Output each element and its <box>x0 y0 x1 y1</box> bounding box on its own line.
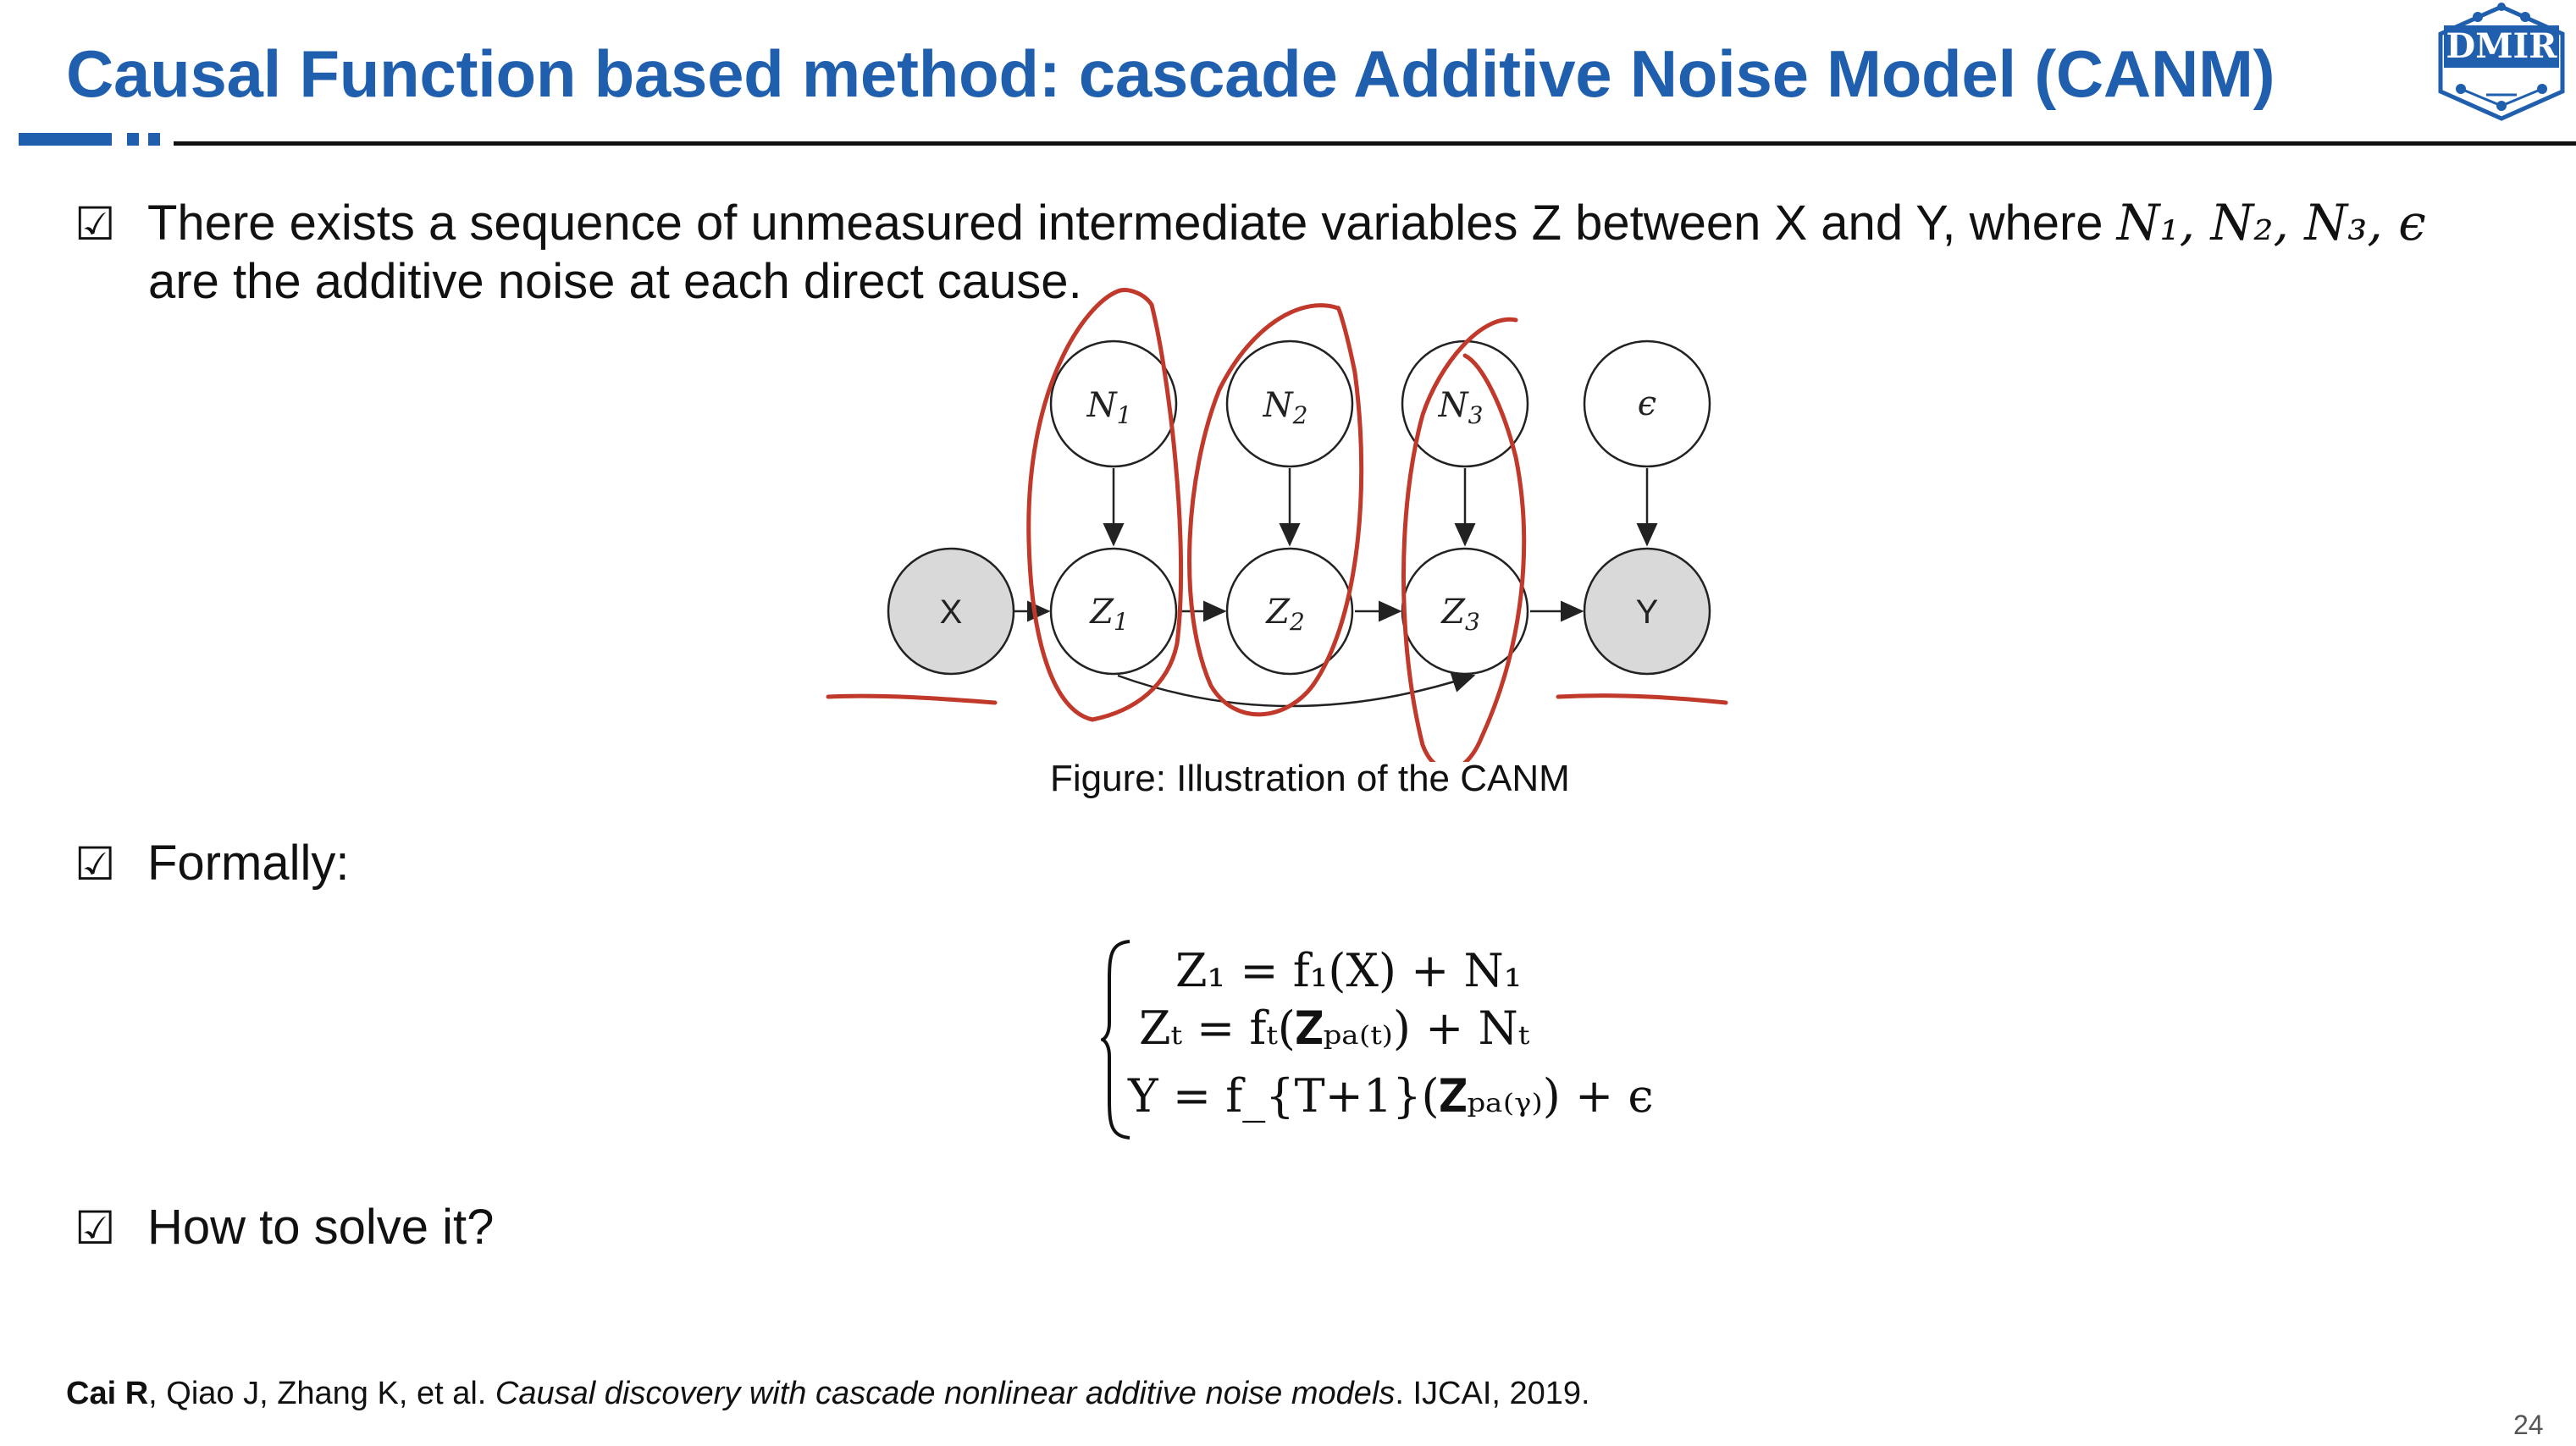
label-z2: Z <box>1264 593 1291 632</box>
equation-zt: Zₜ = fₜ(𝐙ₚₐ₍ₜ₎) + Nₜ <box>1139 1002 1530 1055</box>
label-n3-sub: 3 <box>1468 401 1484 429</box>
equation-z1: Z₁ = f₁(X) + N₁ <box>1175 944 1523 997</box>
checkbox-icon: ☑ <box>75 199 116 250</box>
reference-lead-author: Cai R <box>66 1376 149 1411</box>
label-n3: N <box>1438 386 1470 425</box>
title-rule-square <box>127 133 139 146</box>
label-z1-sub: 1 <box>1114 608 1129 636</box>
title-rule-accent <box>19 133 112 146</box>
noise-variables: N₁, N₂, N₃, ϵ <box>2116 194 2426 251</box>
label-z1: Z <box>1088 593 1114 632</box>
bullet-3-text: How to solve it? <box>147 1200 495 1255</box>
page-number: 24 <box>2513 1410 2544 1440</box>
title-rule-square <box>148 133 160 146</box>
slide-title: Causal Function based method: cascade Ad… <box>66 36 2275 111</box>
label-n1-sub: 1 <box>1117 401 1132 429</box>
reference: Cai R, Qiao J, Zhang K, et al. Causal di… <box>66 1376 1590 1412</box>
bullet-3: ☑ How to solve it? <box>75 1198 494 1258</box>
label-z3-sub: 3 <box>1465 608 1480 636</box>
dmir-logo: DMIR <box>2438 3 2565 121</box>
bullet-2: ☑ Formally: <box>75 834 349 894</box>
reference-venue: . IJCAI, 2019. <box>1395 1376 1590 1411</box>
canm-figure: N1 N2 N3 ϵ Z1 Z2 Z3 X Y <box>826 288 1728 762</box>
bullet-1-text: There exists a sequence of unmeasured in… <box>147 196 2117 251</box>
reference-title: Causal discovery with cascade nonlinear … <box>495 1376 1396 1411</box>
title-rule-line <box>174 141 2576 146</box>
label-y: Y <box>1636 593 1659 631</box>
reference-authors: , Qiao J, Zhang K, et al. <box>148 1376 495 1411</box>
label-x: X <box>940 593 963 631</box>
label-epsilon: ϵ <box>1638 384 1656 423</box>
logo-text: DMIR <box>2446 26 2558 66</box>
label-z2-sub: 2 <box>1289 608 1305 636</box>
label-n1: N <box>1086 386 1119 425</box>
bullet-2-text: Formally: <box>147 836 350 891</box>
label-n2: N <box>1263 386 1295 425</box>
figure-caption: Figure: Illustration of the CANM <box>1050 758 1570 799</box>
checkbox-icon: ☑ <box>75 1203 116 1254</box>
label-z3: Z <box>1440 593 1466 632</box>
checkbox-icon: ☑ <box>75 839 116 890</box>
bullet-1: ☑ There exists a sequence of unmeasured i… <box>75 193 2426 254</box>
equation-y: Y = f_{T+1}(𝐙ₚₐ₍ᵧ₎) + ϵ <box>1128 1069 1654 1123</box>
label-n2-sub: 2 <box>1292 401 1308 429</box>
